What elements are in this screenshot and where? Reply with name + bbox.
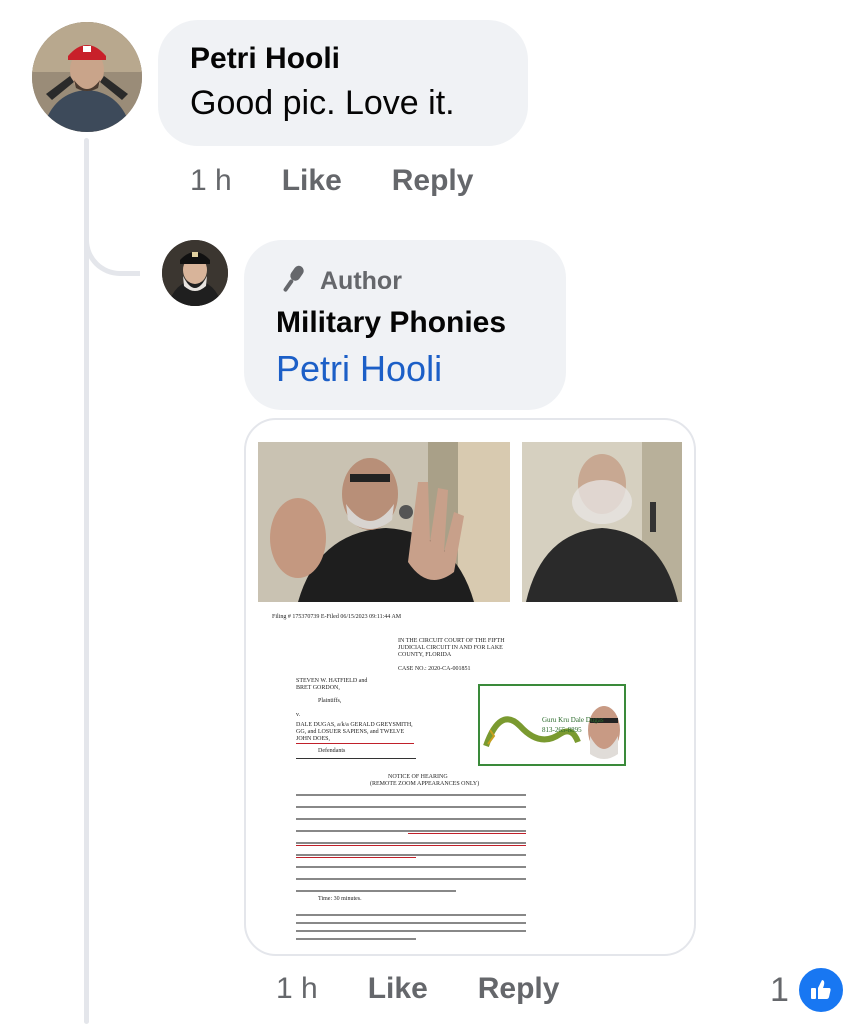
court-document: Filing # 175370739 E-Filed 06/15/2023 09… xyxy=(258,608,686,948)
doc-text-line xyxy=(296,914,526,916)
doc-text-line xyxy=(296,922,526,924)
like-button[interactable]: Like xyxy=(282,164,342,198)
versus-label: v. xyxy=(296,712,301,718)
doc-text-line xyxy=(296,878,526,880)
comment-actions: 1 h Like Reply xyxy=(276,972,559,1006)
underline-red xyxy=(296,845,526,846)
defendants-names: DALE DUGAS, a/k/a GERALD GREYSMITH, GG, … xyxy=(296,722,414,744)
defendants-label: Defendants xyxy=(318,748,346,754)
like-button[interactable]: Like xyxy=(368,972,428,1006)
video-screenshot-left xyxy=(258,442,510,602)
avatar[interactable] xyxy=(32,22,142,132)
comment-author-name[interactable]: Petri Hooli xyxy=(190,42,340,76)
video-screenshot-right xyxy=(522,442,682,602)
doc-text-line xyxy=(296,890,456,892)
court-caption: IN THE CIRCUIT COURT OF THE FIFTH JUDICI… xyxy=(398,638,505,658)
underline-red xyxy=(296,857,416,858)
case-number: CASE NO.: 2020-CA-001851 xyxy=(398,666,471,672)
comment-image-attachment[interactable]: Filing # 175370739 E-Filed 06/15/2023 09… xyxy=(244,418,696,956)
doc-text-line xyxy=(296,854,526,856)
reply-button[interactable]: Reply xyxy=(392,164,474,198)
business-card: Guru Kru Dale Dugas 813-265-8895 xyxy=(478,684,626,766)
plaintiffs-label: Plaintiffs, xyxy=(318,698,342,704)
doc-text-line xyxy=(296,794,526,796)
underline-red xyxy=(408,833,526,834)
doc-text-line xyxy=(296,842,526,844)
doc-text-line xyxy=(296,818,526,820)
card-phone: 813-265-8895 xyxy=(542,726,582,734)
mention-link[interactable]: Petri Hooli xyxy=(276,348,442,390)
doc-text-line xyxy=(296,806,526,808)
doc-text-line xyxy=(296,866,526,868)
avatar[interactable] xyxy=(162,240,228,306)
thumbs-up-icon xyxy=(796,966,845,1014)
comment-timestamp[interactable]: 1 h xyxy=(276,972,318,1006)
comment-text: Good pic. Love it. xyxy=(190,84,455,122)
comment-bubble xyxy=(158,20,528,146)
notice-title: NOTICE OF HEARING xyxy=(388,774,448,780)
author-badge-label: Author xyxy=(320,267,402,295)
comment-actions: 1 h Like Reply xyxy=(190,164,473,198)
comment-author-name[interactable]: Military Phonies xyxy=(276,306,506,340)
thread-line xyxy=(84,138,89,1024)
microphone-icon xyxy=(276,262,310,301)
doc-text-line xyxy=(296,830,526,832)
doc-text-line xyxy=(296,938,416,940)
plaintiffs-names: STEVEN W. HATFIELD and BRET GORDON, xyxy=(296,678,368,691)
time-line: Time: 30 minutes. xyxy=(318,896,362,902)
reply-connector-line xyxy=(84,200,140,276)
filing-header: Filing # 175370739 E-Filed 06/15/2023 09… xyxy=(272,614,402,620)
author-badge: Author xyxy=(276,262,402,301)
reply-button[interactable]: Reply xyxy=(478,972,560,1006)
notice-subtitle: (REMOTE ZOOM APPEARANCES ONLY) xyxy=(370,781,480,787)
doc-text-line xyxy=(296,930,526,932)
reaction-count: 1 xyxy=(770,970,789,1009)
reaction-summary[interactable]: 1 xyxy=(770,966,845,1014)
card-name: Guru Kru Dale Dugas xyxy=(542,716,604,724)
comment-timestamp[interactable]: 1 h xyxy=(190,164,232,198)
signature-line xyxy=(296,758,416,759)
